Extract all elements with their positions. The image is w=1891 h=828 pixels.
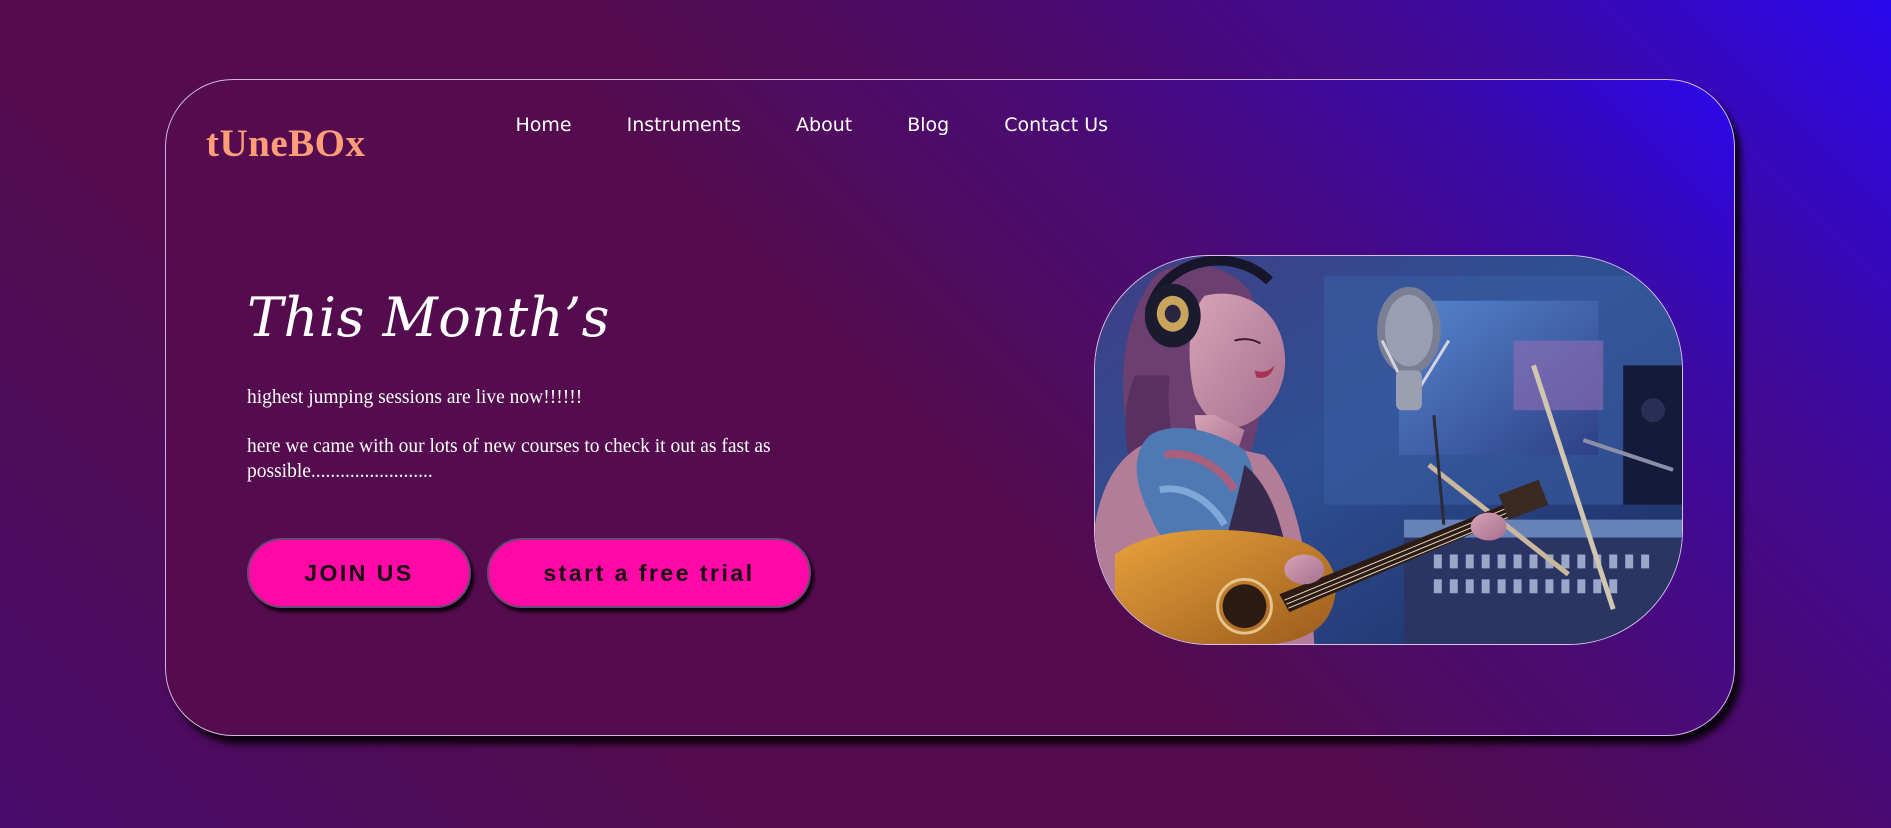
hero-card: tUneBOx Home Instruments About Blog Cont… — [165, 79, 1735, 736]
singer-with-guitar-photo-icon — [1095, 256, 1682, 644]
nav-item-home: Home — [488, 114, 599, 137]
nav-link-blog[interactable]: Blog — [880, 114, 977, 137]
free-trial-button[interactable]: start a free trial — [487, 538, 811, 608]
join-us-button[interactable]: JOIN US — [247, 538, 471, 608]
nav-link-home[interactable]: Home — [488, 114, 599, 137]
nav-item-contact: Contact Us — [977, 114, 1136, 137]
hero-headline: This Month’s — [247, 286, 610, 349]
brand-logo[interactable]: tUneBOx — [206, 124, 366, 163]
hero-description: here we came with our lots of new course… — [247, 436, 771, 483]
nav-link-contact-us[interactable]: Contact Us — [977, 114, 1136, 137]
nav-link-instruments[interactable]: Instruments — [599, 114, 768, 137]
hero-image — [1094, 255, 1683, 645]
main-nav: Home Instruments About Blog Contact Us — [488, 114, 1136, 137]
nav-item-instruments: Instruments — [599, 114, 768, 137]
nav-item-about: About — [769, 114, 880, 137]
hero-subtitle: highest jumping sessions are live now!!!… — [247, 387, 583, 408]
nav-link-about[interactable]: About — [769, 114, 880, 137]
nav-item-blog: Blog — [880, 114, 977, 137]
